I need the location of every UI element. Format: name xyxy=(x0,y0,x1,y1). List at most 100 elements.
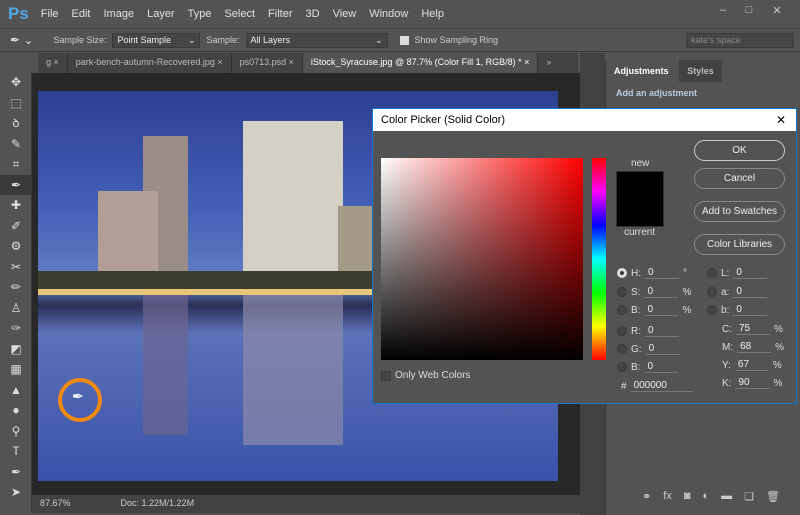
new-layer-icon[interactable]: ❏ xyxy=(744,490,754,510)
c-input[interactable]: 75 xyxy=(736,323,770,335)
menu-3d[interactable]: 3D xyxy=(306,8,320,20)
crop-tool-icon[interactable]: ⌗ xyxy=(0,154,32,175)
quick-select-tool-icon[interactable]: ✎ xyxy=(0,134,32,155)
g-radio[interactable] xyxy=(617,344,627,354)
eraser-tool-icon[interactable]: ◩ xyxy=(0,339,32,360)
mixer-brush-icon[interactable]: ✑ xyxy=(0,318,32,339)
only-web-colors-label: Only Web Colors xyxy=(395,370,471,381)
photoshop-logo: Ps xyxy=(8,4,29,23)
tab-previous[interactable]: g × xyxy=(38,53,68,73)
lasso-tool-icon[interactable]: ꝺ xyxy=(0,113,32,134)
s-radio[interactable] xyxy=(617,287,627,297)
menu-select[interactable]: Select xyxy=(224,8,255,20)
menu-filter[interactable]: Filter xyxy=(268,8,292,20)
menu-edit[interactable]: Edit xyxy=(72,8,91,20)
workspace-select[interactable]: kate's space xyxy=(686,32,794,48)
only-web-colors-checkbox[interactable] xyxy=(381,370,391,381)
s-input[interactable]: 0 xyxy=(644,286,679,298)
h-radio[interactable] xyxy=(617,268,627,278)
dialog-close-button[interactable]: ✕ xyxy=(776,113,786,127)
menu-image[interactable]: Image xyxy=(104,8,135,20)
l-input[interactable]: 0 xyxy=(733,267,768,279)
move-tool-icon[interactable]: ✥ xyxy=(0,72,32,93)
eyedropper-cursor-icon: ✒ xyxy=(72,388,84,404)
trash-icon[interactable]: 🗑 xyxy=(766,490,780,510)
stamp-tool-icon[interactable]: ⚙ xyxy=(0,236,32,257)
hex-label: # xyxy=(621,380,627,392)
g-input[interactable]: 0 xyxy=(645,343,680,355)
y-unit: % xyxy=(772,359,782,371)
hue-slider[interactable] xyxy=(592,158,606,360)
direct-select-icon[interactable]: ➤ xyxy=(0,482,32,503)
color-field[interactable] xyxy=(381,158,583,360)
panel-heading: Add an adjustment xyxy=(616,88,698,98)
brightness-radio[interactable] xyxy=(617,305,627,315)
color-libraries-button[interactable]: Color Libraries xyxy=(694,234,785,255)
dodge-tool-icon[interactable]: ● xyxy=(0,400,32,421)
a-input[interactable]: 0 xyxy=(733,286,768,298)
dialog-title: Color Picker (Solid Color) xyxy=(381,114,506,126)
menu-help[interactable]: Help xyxy=(421,8,444,20)
c-unit: % xyxy=(774,323,783,335)
tab-styles[interactable]: Styles xyxy=(679,60,722,82)
gradient-tool-icon[interactable]: ▦ xyxy=(0,359,32,380)
menu-window[interactable]: Window xyxy=(369,8,408,20)
a-radio[interactable] xyxy=(707,287,717,297)
pen-tool-icon[interactable]: ⚲ xyxy=(0,421,32,442)
b-input[interactable]: 0 xyxy=(644,361,679,373)
minimize-button[interactable]: – xyxy=(712,4,734,20)
folder-icon[interactable]: ▬ xyxy=(721,490,732,510)
close-button[interactable]: ✕ xyxy=(766,4,788,20)
lab-b-radio[interactable] xyxy=(707,305,717,315)
menu-view[interactable]: View xyxy=(333,8,357,20)
new-color-swatch xyxy=(616,171,664,227)
brush-tool-icon[interactable]: ✐ xyxy=(0,216,32,237)
menu-type[interactable]: Type xyxy=(188,8,212,20)
zoom-level[interactable]: 87.67% xyxy=(40,498,71,510)
b-radio[interactable] xyxy=(617,362,627,372)
brightness-input[interactable]: 0 xyxy=(644,304,679,316)
mask-icon[interactable]: ◙ xyxy=(684,490,691,510)
r-radio[interactable] xyxy=(617,326,627,336)
clone-stamp-icon[interactable]: ♙ xyxy=(0,298,32,319)
r-input[interactable]: 0 xyxy=(645,325,679,337)
ok-button[interactable]: OK xyxy=(694,140,785,161)
sample-size-select[interactable]: Point Sample ⌄ xyxy=(112,32,201,48)
adjustment-icon[interactable]: ◐ xyxy=(703,490,710,510)
menu-bar: Ps File Edit Image Layer Type Select Fil… xyxy=(0,0,800,28)
h-label: H: xyxy=(631,267,641,279)
maximize-button[interactable]: □ xyxy=(738,4,760,20)
y-input[interactable]: 67 xyxy=(734,359,769,371)
type-tool-icon[interactable]: T xyxy=(0,441,32,462)
path-select-icon[interactable]: ✒ xyxy=(0,462,32,483)
show-sampling-ring-checkbox[interactable] xyxy=(399,35,409,45)
tabs-overflow-button[interactable]: » xyxy=(538,53,559,73)
m-input[interactable]: 68 xyxy=(737,341,772,353)
eyedropper-icon[interactable]: ✒ ⌄ xyxy=(10,33,33,47)
h-input[interactable]: 0 xyxy=(645,267,679,279)
healing-tool-icon[interactable]: ✚ xyxy=(0,195,32,216)
marquee-tool-icon[interactable]: ⬚ xyxy=(0,93,32,114)
l-radio[interactable] xyxy=(707,268,717,278)
tab-istock-syracuse[interactable]: iStock_Syracuse.jpg @ 87.7% (Color Fill … xyxy=(302,53,539,73)
k-input[interactable]: 90 xyxy=(735,377,770,389)
s-unit: % xyxy=(682,286,692,298)
lab-b-input[interactable]: 0 xyxy=(733,304,768,316)
tab-ps0713[interactable]: ps0713.psd × xyxy=(232,53,303,73)
hex-input[interactable]: 000000 xyxy=(630,380,693,392)
fx-icon[interactable]: fx xyxy=(663,490,672,510)
cancel-button[interactable]: Cancel xyxy=(694,168,785,189)
tab-adjustments[interactable]: Adjustments xyxy=(606,60,677,82)
blur-tool-icon[interactable]: ▲ xyxy=(0,380,32,401)
eyedropper-tool-icon[interactable]: ✒ xyxy=(0,174,32,195)
sample-select[interactable]: All Layers ⌄ xyxy=(245,32,388,48)
menu-layer[interactable]: Layer xyxy=(147,8,175,20)
menu-file[interactable]: File xyxy=(41,8,59,20)
link-icon[interactable]: ⚭ xyxy=(642,490,651,510)
k-label: K: xyxy=(722,377,732,389)
layers-footer: ⚭ fx ◙ ◐ ▬ ❏ 🗑 xyxy=(605,490,800,510)
eraser-icon[interactable]: ✏ xyxy=(0,277,32,298)
add-to-swatches-button[interactable]: Add to Swatches xyxy=(694,201,785,222)
tab-park-bench[interactable]: park-bench-autumn-Recovered.jpg × xyxy=(68,53,232,73)
history-brush-icon[interactable]: ✂ xyxy=(0,257,32,278)
